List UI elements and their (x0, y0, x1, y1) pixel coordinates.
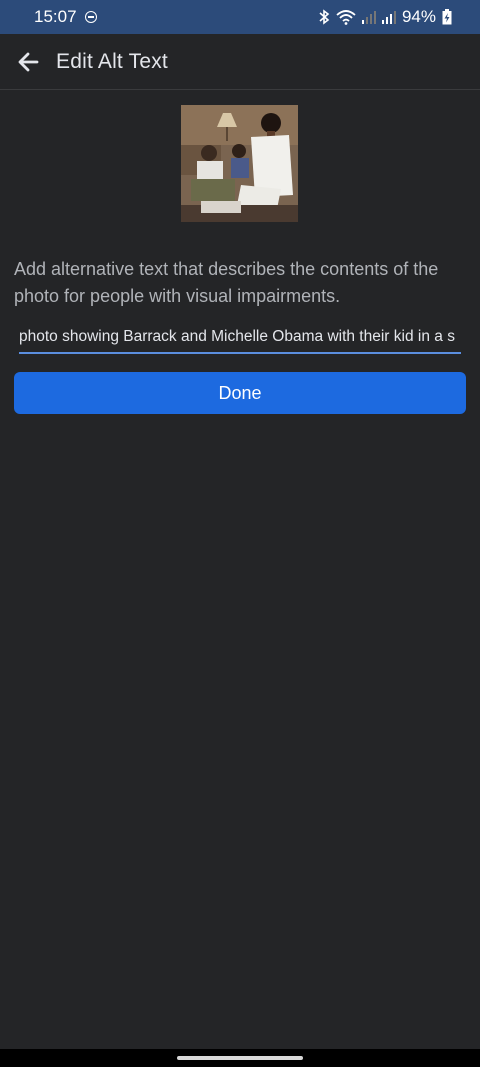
alt-text-value: photo showing Barrack and Michelle Obama… (19, 328, 455, 345)
signal-icon (361, 11, 376, 24)
alt-text-input[interactable]: photo showing Barrack and Michelle Obama… (19, 318, 461, 354)
home-indicator[interactable] (177, 1056, 303, 1060)
bluetooth-icon (319, 9, 330, 25)
alt-text-description: Add alternative text that describes the … (14, 259, 439, 306)
done-button-label: Done (218, 382, 262, 403)
signal-icon-2 (381, 11, 396, 24)
status-left: 15:07 (34, 7, 97, 27)
back-arrow-icon (18, 52, 39, 71)
battery-level: 94% (401, 7, 436, 26)
page-title: Edit Alt Text (56, 49, 168, 73)
wifi-icon (336, 10, 356, 25)
app-bar: Edit Alt Text (0, 34, 480, 90)
done-button[interactable]: Done (14, 372, 466, 414)
system-nav-bar (0, 1049, 480, 1067)
photo-thumbnail (181, 105, 298, 222)
status-bar: 15:07 94% (0, 0, 480, 34)
back-button[interactable] (0, 34, 56, 90)
battery-charging-icon (442, 9, 452, 25)
status-right: 94% (318, 7, 452, 27)
status-time: 15:07 (34, 7, 77, 26)
do-not-disturb-icon (84, 11, 97, 23)
